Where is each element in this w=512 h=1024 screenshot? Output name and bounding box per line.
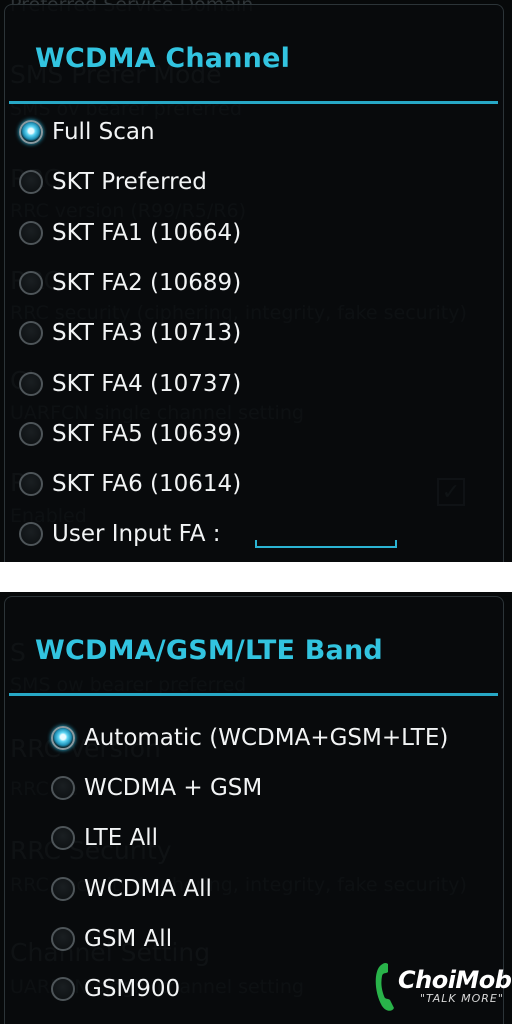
- option-label: SKT FA4 (10737): [52, 370, 242, 397]
- wcdma-channel-dialog: WCDMA Channel Full Scan SKT Preferred SKT …: [4, 4, 504, 562]
- radio-option[interactable]: SKT FA2 (10689): [19, 263, 241, 303]
- radio-option[interactable]: SKT FA3 (10713): [19, 313, 241, 353]
- radio-option[interactable]: WCDMA + GSM: [51, 768, 262, 808]
- band-dialog: WCDMA/GSM/LTE Band Automatic (WCDMA+GSM+…: [4, 596, 504, 1024]
- radio-option[interactable]: User Input FA :: [19, 514, 221, 554]
- radio-unselected-icon[interactable]: [51, 876, 75, 901]
- radio-option[interactable]: WCDMA All: [51, 869, 212, 909]
- top-screen: Preferred Service DomainSMS Prefer ModeS…: [0, 0, 512, 562]
- option-label: Full Scan: [52, 119, 155, 145]
- dialog-title: WCDMA/GSM/LTE Band: [35, 635, 383, 666]
- radio-unselected-icon[interactable]: [19, 472, 43, 497]
- option-label: Automatic (WCDMA+GSM+LTE): [84, 725, 449, 751]
- radio-unselected-icon[interactable]: [19, 270, 43, 295]
- radio-option[interactable]: SKT FA1 (10664): [19, 213, 241, 253]
- option-label: SKT Preferred: [52, 169, 207, 196]
- watermark-slogan: "TALK MORE": [420, 992, 504, 1005]
- radio-option[interactable]: SKT FA6 (10614): [19, 464, 241, 504]
- watermark-name: ChoiMobile: [398, 966, 512, 994]
- radio-selected-icon[interactable]: [19, 120, 43, 144]
- radio-option[interactable]: GSM All: [51, 919, 172, 959]
- option-label: SKT FA2 (10689): [52, 269, 242, 296]
- radio-selected-icon[interactable]: [51, 726, 75, 750]
- screenshot-separator: [0, 562, 512, 592]
- title-divider: [9, 101, 498, 104]
- radio-unselected-icon[interactable]: [19, 321, 43, 346]
- title-divider: [9, 693, 498, 696]
- option-label: SKT FA1 (10664): [52, 219, 242, 246]
- option-label: SKT FA5 (10639): [52, 420, 242, 447]
- option-label: WCDMA All: [84, 875, 212, 902]
- radio-option[interactable]: SKT Preferred: [19, 162, 207, 202]
- radio-unselected-icon[interactable]: [51, 776, 75, 801]
- radio-option[interactable]: Full Scan: [19, 112, 155, 152]
- bottom-screen: SSMS ow bearer preferredRRC VersionRRC v…: [0, 592, 512, 1024]
- radio-unselected-icon[interactable]: [19, 522, 43, 547]
- radio-option[interactable]: LTE All: [51, 818, 158, 858]
- radio-unselected-icon[interactable]: [19, 421, 43, 446]
- option-label: SKT FA3 (10713): [52, 320, 242, 347]
- radio-option[interactable]: GSM900: [51, 969, 180, 1009]
- option-label: LTE All: [84, 825, 159, 852]
- radio-unselected-icon[interactable]: [19, 220, 43, 245]
- option-label: GSM900: [84, 976, 181, 1002]
- option-label: WCDMA + GSM: [84, 775, 263, 802]
- option-label: GSM All: [84, 925, 173, 952]
- option-label: SKT FA6 (10614): [52, 471, 242, 498]
- radio-unselected-icon[interactable]: [19, 371, 43, 396]
- radio-unselected-icon[interactable]: [51, 977, 75, 1001]
- radio-option[interactable]: Automatic (WCDMA+GSM+LTE): [51, 718, 448, 758]
- radio-unselected-icon[interactable]: [51, 826, 75, 851]
- user-input-fa-field[interactable]: [255, 540, 397, 548]
- option-label: User Input FA :: [52, 521, 221, 548]
- watermark-logo: ChoiMobile "TALK MORE": [372, 962, 512, 1014]
- dialog-title: WCDMA Channel: [35, 43, 291, 74]
- radio-unselected-icon[interactable]: [51, 926, 75, 951]
- radio-option[interactable]: SKT FA4 (10737): [19, 364, 241, 404]
- radio-option[interactable]: SKT FA5 (10639): [19, 414, 241, 454]
- radio-unselected-icon[interactable]: [19, 170, 43, 195]
